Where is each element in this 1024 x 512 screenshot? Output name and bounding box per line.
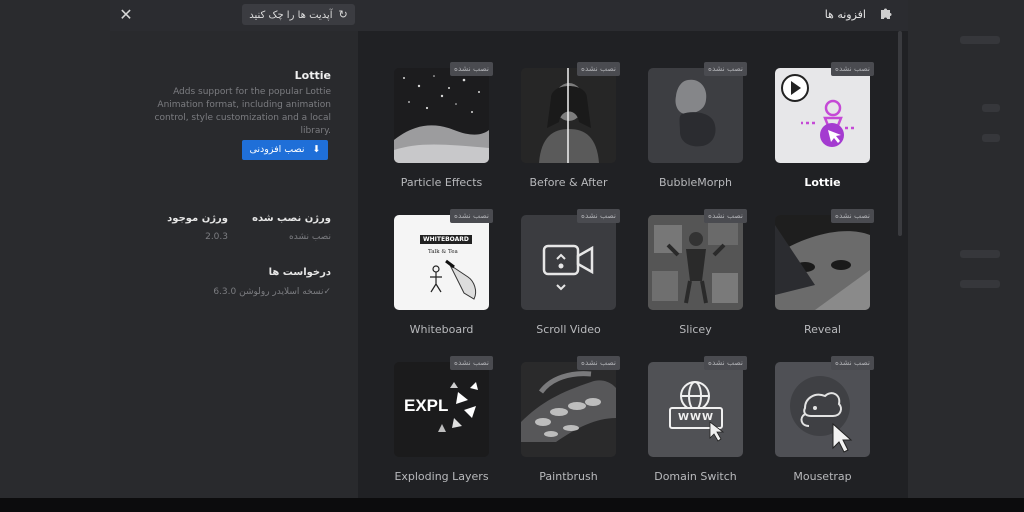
install-addon-button[interactable]: ⬇ نصب افزودنی (242, 140, 328, 160)
addon-label: Exploding Layers (394, 470, 489, 483)
ghost-line (960, 36, 1000, 44)
addons-grid: نصب نشده Lottie نصب نشده BubbleMorph نصب… (358, 31, 908, 498)
modal-title: افزونه ها (824, 8, 866, 21)
bubblemorph-thumbnail (648, 68, 743, 163)
whiteboard-text: WHITEBOARD (420, 235, 472, 244)
addon-label: Domain Switch (654, 470, 737, 483)
not-installed-badge: نصب نشده (704, 356, 747, 370)
explode-text: EXPL (404, 396, 449, 415)
whiteboard-subtext: Talk & Tea (428, 249, 458, 255)
not-installed-badge: نصب نشده (450, 356, 493, 370)
not-installed-badge: نصب نشده (450, 209, 493, 223)
paintbrush-thumbnail (521, 362, 616, 457)
not-installed-badge: نصب نشده (450, 62, 493, 76)
ghost-line (982, 134, 1000, 142)
domain-switch-thumbnail: WWW (648, 362, 743, 457)
not-installed-badge: نصب نشده (577, 209, 620, 223)
grid-scrollbar[interactable] (898, 31, 902, 236)
ghost-line (960, 250, 1000, 258)
installed-version-label: ورژن نصب شده (252, 213, 331, 224)
www-text: WWW (677, 412, 715, 423)
addon-details-panel: Lottie Adds support for the popular Lott… (110, 31, 358, 498)
not-installed-badge: نصب نشده (831, 62, 874, 76)
ghost-line (960, 280, 1000, 288)
addon-label: Particle Effects (400, 176, 483, 189)
reveal-thumbnail (775, 215, 870, 310)
not-installed-badge: نصب نشده (577, 62, 620, 76)
close-button[interactable]: ✕ (116, 5, 136, 25)
installed-version-value: نصب نشده (289, 232, 331, 242)
addon-label: BubbleMorph (658, 176, 732, 189)
background-right-panel (908, 0, 1024, 498)
addon-label: Mousetrap (793, 470, 852, 483)
check-updates-button[interactable]: ↻ آپدیت ها را چک کنید (242, 4, 355, 25)
background-left-panel (0, 0, 110, 498)
not-installed-badge: نصب نشده (831, 356, 874, 370)
particle-effects-thumbnail (394, 68, 489, 163)
modal-header: ✕ ↻ آپدیت ها را چک کنید افزونه ها (110, 0, 908, 31)
install-addon-label: نصب افزودنی (249, 144, 305, 155)
not-installed-badge: نصب نشده (704, 62, 747, 76)
mousetrap-thumbnail (775, 362, 870, 457)
addons-modal: ✕ ↻ آپدیت ها را چک کنید افزونه ها Lottie … (110, 0, 908, 498)
ghost-line (982, 104, 1000, 112)
not-installed-badge: نصب نشده (704, 209, 747, 223)
scroll-video-thumbnail (521, 215, 616, 310)
refresh-icon: ↻ (338, 8, 348, 21)
exploding-layers-thumbnail: EXPL (394, 362, 489, 457)
addon-label: Whiteboard (409, 323, 474, 336)
puzzle-icon (878, 6, 894, 22)
addon-description: Adds support for the popular Lottie Anim… (154, 87, 331, 136)
not-installed-badge: نصب نشده (831, 209, 874, 223)
not-installed-badge: نصب نشده (577, 356, 620, 370)
addon-label: Paintbrush (539, 470, 598, 483)
available-version-label: ورژن موجود (167, 213, 228, 224)
addon-label: Lottie (804, 176, 841, 189)
addon-label: Scroll Video (536, 323, 601, 336)
requirements-label: درخواست ها (268, 267, 331, 278)
available-version-value: 2.0.3 (205, 232, 228, 242)
addon-name: Lottie (294, 69, 331, 82)
addon-label: Reveal (804, 323, 841, 336)
slicey-thumbnail (648, 215, 743, 310)
lottie-thumbnail (775, 68, 870, 163)
addon-label: Before & After (529, 176, 608, 189)
before-after-thumbnail (521, 68, 616, 163)
download-icon: ⬇ (312, 144, 321, 155)
taskbar-strip (0, 498, 1024, 512)
check-updates-label: آپدیت ها را چک کنید (249, 10, 333, 21)
whiteboard-thumbnail: WHITEBOARD Talk & Tea (394, 215, 489, 310)
addon-label: Slicey (679, 323, 712, 336)
requirements-value: ✓نسخه اسلایدر رولوشن 6.3.0 (213, 287, 331, 297)
